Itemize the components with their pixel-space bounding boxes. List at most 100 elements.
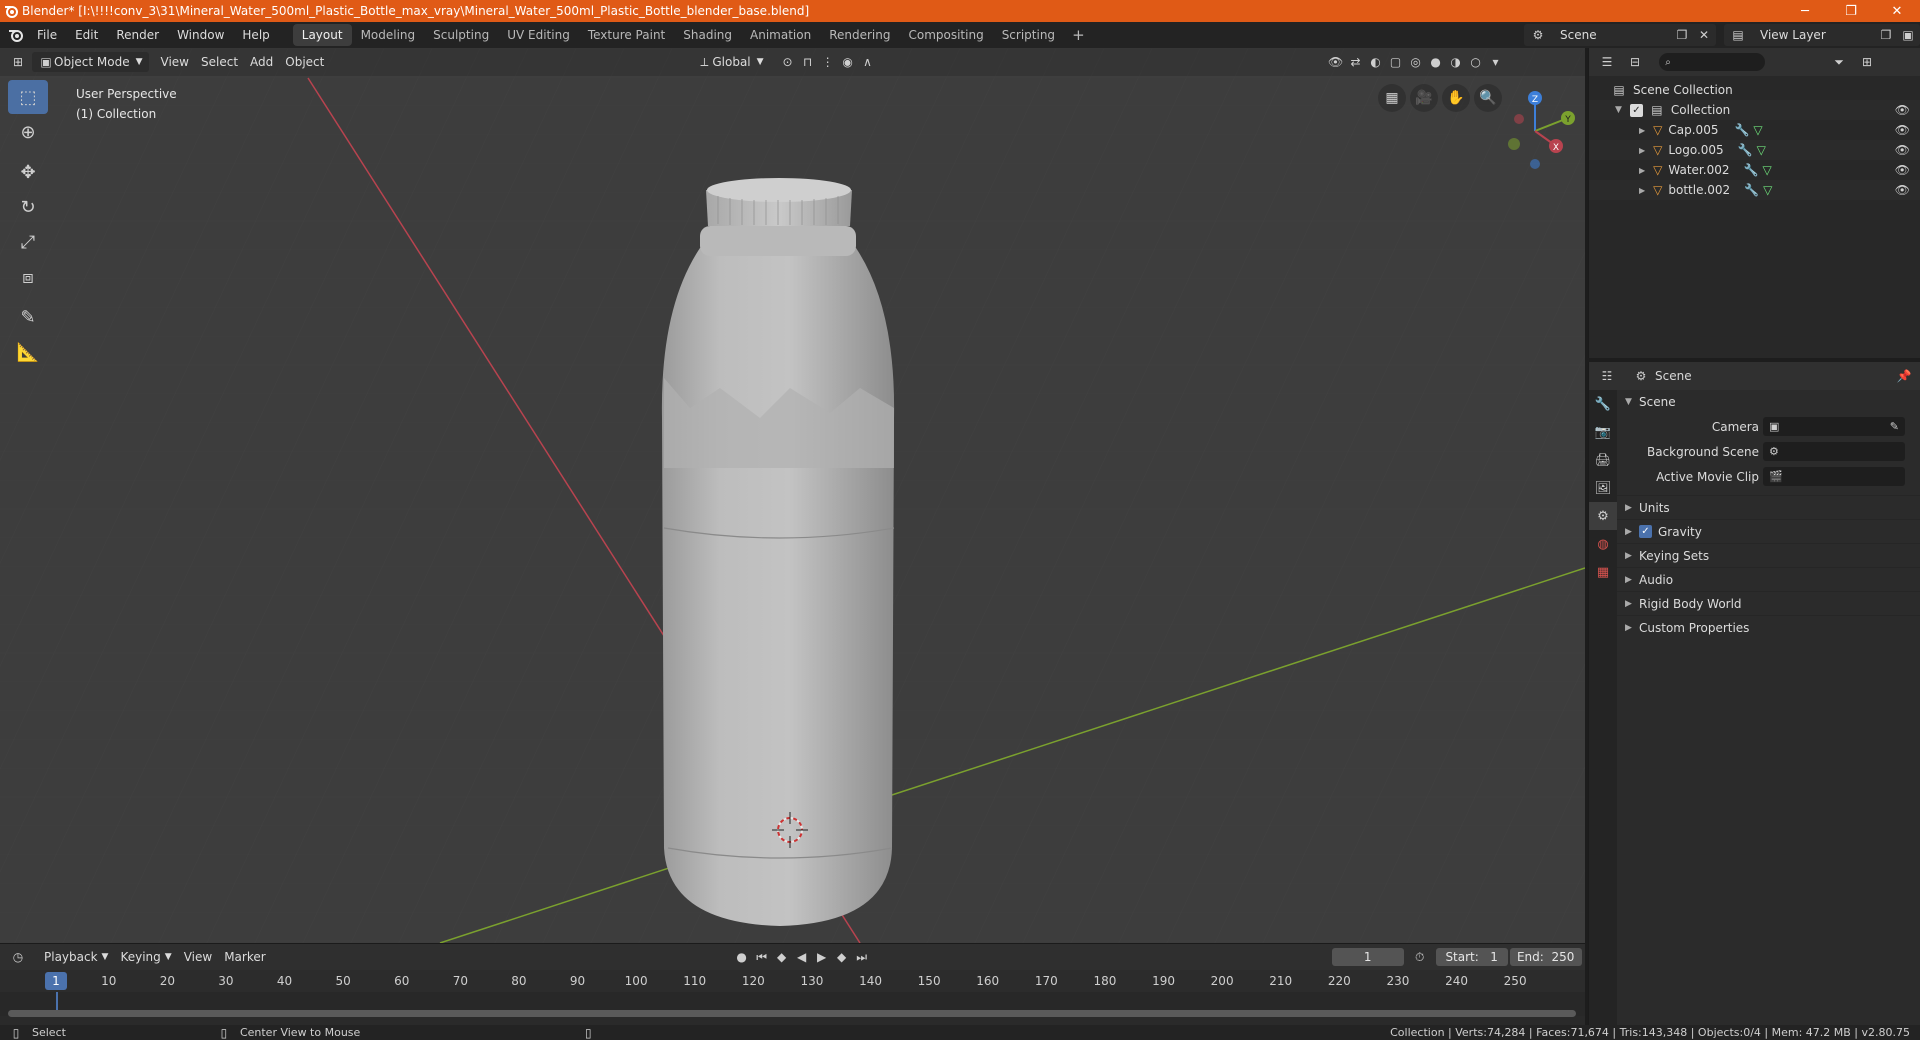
eyedropper-icon[interactable]: ✎ <box>1890 420 1899 433</box>
units-panel-header[interactable]: ▶ Units <box>1617 495 1920 519</box>
visibility-icon[interactable]: 👁 <box>1326 52 1346 72</box>
background-scene-field[interactable]: ⚙ <box>1763 442 1905 461</box>
tab-texture-paint[interactable]: Texture Paint <box>579 24 674 46</box>
current-frame-field[interactable]: 1 <box>1331 948 1404 966</box>
new-collection-icon[interactable]: ⊞ <box>1857 52 1877 72</box>
menu-render[interactable]: Render <box>107 24 168 46</box>
overlay-toggle-icon[interactable]: ◐ <box>1366 52 1386 72</box>
blender-menu-icon[interactable] <box>4 25 28 45</box>
navigation-gizmo[interactable]: Z Y X <box>1490 86 1580 176</box>
rigid-body-world-panel-header[interactable]: ▶ Rigid Body World <box>1617 591 1920 615</box>
falloff-icon[interactable]: ∧ <box>858 52 878 72</box>
add-workspace-button[interactable]: + <box>1064 26 1093 44</box>
transform-orientation-dropdown[interactable]: ⟂ Global ▼ <box>690 52 769 72</box>
move-tool-icon[interactable]: ✥ <box>8 155 48 189</box>
expand-icon[interactable]: ▶ <box>1639 126 1645 135</box>
close-button[interactable]: ✕ <box>1874 0 1920 22</box>
filter-icon[interactable]: ⏷ <box>1829 52 1849 72</box>
modifier-wrench-icon[interactable]: 🔧 <box>1744 183 1759 197</box>
gravity-panel-header[interactable]: ▶ ✓ Gravity <box>1617 519 1920 543</box>
menu-keying[interactable]: Keying ▼ <box>114 947 177 967</box>
3d-viewport[interactable]: ⊞ ▣ Object Mode ▼ View Select Add Object… <box>0 48 1585 943</box>
mesh-data-icon[interactable]: ▽ <box>1753 123 1762 137</box>
remove-scene-icon[interactable]: ✕ <box>1694 25 1714 45</box>
object-mode-dropdown[interactable]: ▣ Object Mode ▼ <box>32 52 149 72</box>
transform-tool-icon[interactable]: ⧈ <box>8 260 48 294</box>
menu-add[interactable]: Add <box>244 52 279 72</box>
eye-icon[interactable]: 👁 <box>1895 163 1910 177</box>
audio-panel-header[interactable]: ▶ Audio <box>1617 567 1920 591</box>
play-reverse-icon[interactable]: ◀ <box>792 947 812 967</box>
scale-tool-icon[interactable]: ⤢ <box>8 225 48 259</box>
stopwatch-icon[interactable]: ⏱ <box>1410 947 1430 967</box>
play-icon[interactable]: ▶ <box>812 947 832 967</box>
eye-icon[interactable]: 👁 <box>1895 143 1910 157</box>
maximize-button[interactable]: ❐ <box>1828 0 1874 22</box>
tool-tab-icon[interactable]: 🔧 <box>1589 390 1617 418</box>
select-box-tool-icon[interactable]: ⬚ <box>8 80 48 114</box>
outliner-object-row[interactable]: ▶ ▽ Logo.005 🔧 ▽ 👁 <box>1589 140 1920 160</box>
active-movie-clip-field[interactable]: 🎬 <box>1763 467 1905 486</box>
copy-view-layer-icon[interactable]: ❐ <box>1876 25 1896 45</box>
end-frame-field[interactable]: End: 250 <box>1509 948 1582 966</box>
measure-tool-icon[interactable]: 📐 <box>8 335 48 369</box>
mesh-data-icon[interactable]: ▽ <box>1757 143 1766 157</box>
start-frame-field[interactable]: Start: 1 <box>1435 948 1508 966</box>
menu-view[interactable]: View <box>155 52 195 72</box>
gizmo-toggle-icon[interactable]: ⇄ <box>1346 52 1366 72</box>
outliner-object-row[interactable]: ▶ ▽ Water.002 🔧 ▽ 👁 <box>1589 160 1920 180</box>
gravity-checkbox[interactable]: ✓ <box>1639 525 1652 538</box>
scene-panel-header[interactable]: ▼ Scene <box>1617 390 1920 414</box>
next-keyframe-icon[interactable]: ◆ <box>832 947 852 967</box>
jump-end-icon[interactable]: ⏭ <box>852 947 872 967</box>
rotate-tool-icon[interactable]: ↻ <box>8 190 48 224</box>
proportional-editing-icon[interactable]: ◉ <box>838 52 858 72</box>
solid-shading-icon[interactable]: ● <box>1426 52 1446 72</box>
pan-hand-icon[interactable]: ✋ <box>1442 84 1470 112</box>
expand-icon[interactable]: ▶ <box>1639 186 1645 195</box>
rendered-shading-icon[interactable]: ○ <box>1466 52 1486 72</box>
scene-collection-row[interactable]: ▤ Scene Collection <box>1589 80 1920 100</box>
camera-view-icon[interactable]: 🎥 <box>1410 84 1438 112</box>
tab-sculpting[interactable]: Sculpting <box>424 24 498 46</box>
eye-icon[interactable]: 👁 <box>1895 123 1910 137</box>
minimize-button[interactable]: ─ <box>1782 0 1828 22</box>
timeline-scrollbar[interactable] <box>8 1010 1576 1017</box>
snap-target-icon[interactable]: ⋮ <box>818 52 838 72</box>
menu-file[interactable]: File <box>28 24 66 46</box>
jump-start-icon[interactable]: ⏮ <box>752 947 772 967</box>
eye-icon[interactable]: 👁 <box>1895 103 1910 117</box>
expand-collection-icon[interactable]: ▼ <box>1615 105 1622 115</box>
xray-toggle-icon[interactable]: ▢ <box>1386 52 1406 72</box>
keying-sets-panel-header[interactable]: ▶ Keying Sets <box>1617 543 1920 567</box>
expand-icon[interactable]: ▶ <box>1639 146 1645 155</box>
view-layer-selector[interactable]: ▤ View Layer ❐ ▣ <box>1724 24 1920 46</box>
expand-icon[interactable]: ▶ <box>1639 166 1645 175</box>
tab-layout[interactable]: Layout <box>292 24 352 46</box>
outliner-object-row[interactable]: ▶ ▽ bottle.002 🔧 ▽ 👁 <box>1589 180 1920 200</box>
world-tab-icon[interactable]: ◍ <box>1589 530 1617 558</box>
mesh-data-icon[interactable]: ▽ <box>1762 163 1771 177</box>
render-tab-icon[interactable]: 📷 <box>1589 418 1617 446</box>
menu-edit[interactable]: Edit <box>66 24 107 46</box>
menu-playback[interactable]: Playback ▼ <box>38 947 114 967</box>
shading-options-icon[interactable]: ▾ <box>1486 52 1506 72</box>
modifier-wrench-icon[interactable]: 🔧 <box>1734 123 1749 137</box>
modifier-wrench-icon[interactable]: 🔧 <box>1738 143 1753 157</box>
menu-marker[interactable]: Marker <box>218 947 271 967</box>
display-mode-icon[interactable]: ⊟ <box>1625 52 1645 72</box>
menu-help[interactable]: Help <box>233 24 278 46</box>
tab-uv-editing[interactable]: UV Editing <box>498 24 579 46</box>
pin-icon[interactable]: 📌 <box>1894 366 1914 386</box>
tab-modeling[interactable]: Modeling <box>352 24 425 46</box>
tab-rendering[interactable]: Rendering <box>820 24 899 46</box>
timeline-editor-icon[interactable]: ◷ <box>8 947 28 967</box>
view-layer-tab-icon[interactable]: 🖼 <box>1589 474 1617 502</box>
prev-keyframe-icon[interactable]: ◆ <box>772 947 792 967</box>
editor-type-icon[interactable]: ⊞ <box>8 52 28 72</box>
custom-properties-panel-header[interactable]: ▶ Custom Properties <box>1617 615 1920 639</box>
eye-icon[interactable]: 👁 <box>1895 183 1910 197</box>
scene-tab-icon[interactable]: ⚙ <box>1589 502 1617 530</box>
menu-select[interactable]: Select <box>195 52 244 72</box>
timeline-ruler[interactable]: 1 10 20 30 40 50 60 70 80 90 100 110 120 130 140 150 160… <box>0 970 1585 992</box>
